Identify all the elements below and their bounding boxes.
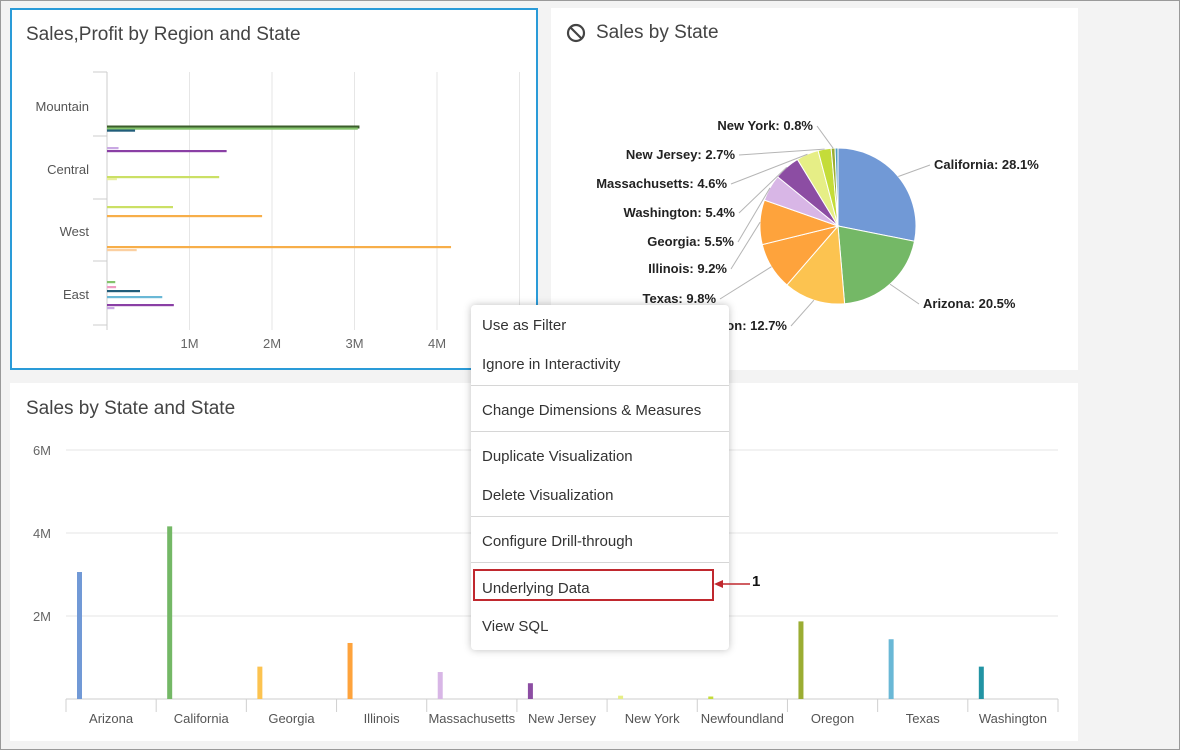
bar	[107, 307, 115, 310]
pie-slice	[837, 147, 917, 242]
menu-separator	[471, 562, 729, 563]
pie-slice-label: Massachusetts: 4.6%	[596, 176, 727, 191]
bar	[107, 304, 174, 307]
region-state-chart-panel[interactable]: Sales,Profit by Region and State Mountai…	[10, 8, 538, 370]
y-tick-label: West	[60, 224, 90, 239]
menu-item-use-as-filter[interactable]: Use as Filter	[482, 317, 566, 334]
y-tick-label: Mountain	[36, 99, 89, 114]
y-tick-label: 2M	[33, 609, 51, 624]
bar	[107, 290, 140, 293]
bar	[618, 695, 624, 699]
bar	[347, 642, 353, 699]
menu-item-configure-drill-through[interactable]: Configure Drill-through	[482, 533, 633, 550]
bar	[77, 572, 82, 699]
bar	[107, 147, 119, 150]
pie-slice-label: New Jersey: 2.7%	[626, 147, 736, 162]
bar	[167, 526, 173, 699]
x-tick-label: California	[174, 711, 230, 726]
underlying-data-highlight-box	[473, 569, 714, 601]
menu-item-delete-visualization[interactable]: Delete Visualization	[482, 487, 613, 504]
bar	[798, 621, 804, 699]
bar	[437, 672, 443, 699]
bar	[107, 178, 117, 181]
bar	[107, 150, 227, 153]
bar	[527, 683, 533, 699]
x-tick-label: Texas	[906, 711, 940, 726]
x-tick-label: Georgia	[268, 711, 315, 726]
y-tick-label: 4M	[33, 526, 51, 541]
pie-slice-label: Washington: 5.4%	[624, 205, 736, 220]
menu-separator	[471, 385, 729, 386]
menu-separator	[471, 516, 729, 517]
menu-item-ignore-interactivity[interactable]: Ignore in Interactivity	[482, 356, 620, 373]
x-tick-label: New Jersey	[528, 711, 596, 726]
visualization-context-menu: Use as Filter Ignore in Interactivity Ch…	[471, 305, 729, 650]
bar	[107, 249, 137, 252]
menu-item-change-dimensions-measures[interactable]: Change Dimensions & Measures	[482, 402, 701, 419]
callout-arrow	[714, 580, 750, 588]
x-tick-label: Washington	[979, 711, 1047, 726]
x-tick-label: Massachusetts	[428, 711, 515, 726]
pie-leader-line	[816, 125, 834, 149]
menu-separator	[471, 431, 729, 432]
menu-item-view-sql[interactable]: View SQL	[482, 618, 548, 635]
bar	[978, 666, 984, 699]
pie-leader-line	[889, 283, 920, 305]
bar	[107, 281, 116, 284]
bar	[107, 246, 452, 249]
x-tick-label: Newfoundland	[701, 711, 784, 726]
y-tick-label: East	[63, 287, 89, 302]
pie-leader-line	[898, 164, 931, 177]
pie-slice-label: Illinois: 9.2%	[648, 261, 727, 276]
pie-leader-line	[719, 266, 772, 300]
x-tick-label: Illinois	[364, 711, 401, 726]
pie-slice-label: New York: 0.8%	[717, 118, 813, 133]
x-tick-label: Arizona	[89, 711, 134, 726]
bar	[107, 176, 220, 179]
region-bar-chart: Mountain Central West East 1M 2M 3M 4M	[36, 71, 520, 351]
x-tick-label: 1M	[180, 336, 198, 351]
bar	[257, 666, 263, 699]
bar	[107, 215, 263, 218]
bar	[708, 696, 714, 699]
menu-item-duplicate-visualization[interactable]: Duplicate Visualization	[482, 448, 633, 465]
bar	[107, 296, 163, 299]
pie-slice-label: California: 28.1%	[934, 157, 1039, 172]
bar	[107, 127, 358, 130]
x-tick-label: 3M	[345, 336, 363, 351]
y-tick-label: 6M	[33, 443, 51, 458]
x-tick-label: 2M	[263, 336, 281, 351]
y-tick-label: Central	[47, 162, 89, 177]
x-tick-label: Oregon	[811, 711, 854, 726]
bar	[888, 639, 894, 699]
bar	[107, 286, 117, 289]
x-tick-label: New York	[625, 711, 680, 726]
pie-leader-line	[790, 299, 815, 327]
bar	[107, 206, 173, 209]
pie-slice-label: Georgia: 5.5%	[647, 234, 734, 249]
x-tick-label: 4M	[428, 336, 446, 351]
callout-number: 1	[752, 573, 761, 590]
bar	[107, 129, 136, 132]
pie-slice-label: Arizona: 20.5%	[923, 296, 1016, 311]
pie-slice-label: Texas: 9.8%	[643, 291, 717, 306]
